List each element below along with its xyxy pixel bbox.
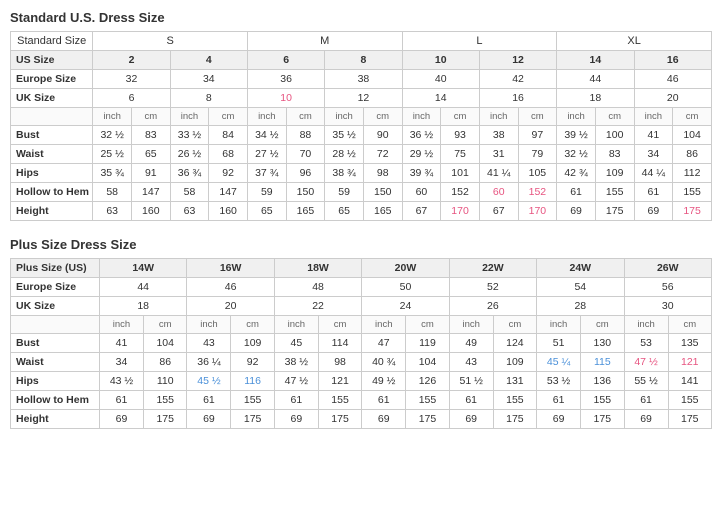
us-size-8: 8 — [325, 51, 402, 70]
plus-20w: 20W — [362, 259, 449, 278]
us-size-12: 12 — [479, 51, 556, 70]
uk-18: 18 — [557, 89, 634, 108]
plus-europe-row: Europe Size 44 46 48 50 52 54 56 — [11, 278, 712, 297]
plus-22w: 22W — [449, 259, 536, 278]
bust-13: 100 — [595, 126, 634, 145]
eu-34: 34 — [170, 70, 247, 89]
xl-group: XL — [557, 32, 712, 51]
eu-36: 36 — [247, 70, 324, 89]
eu-38: 38 — [325, 70, 402, 89]
plus-bust-row: Bust 41 104 43 109 45 114 47 119 49 124 … — [11, 334, 712, 353]
plus-europe-label: Europe Size — [11, 278, 100, 297]
waist-label: Waist — [11, 145, 93, 164]
us-size-row: US Size 2 4 6 8 10 12 14 16 — [11, 51, 712, 70]
plus-height-row: Height 69 175 69 175 69 175 69 175 69 17… — [11, 410, 712, 429]
plus-waist-label: Waist — [11, 353, 100, 372]
us-size-16: 16 — [634, 51, 711, 70]
eu-32: 32 — [93, 70, 170, 89]
height-row: Height 63 160 63 160 65 165 65 165 67 17… — [11, 202, 712, 221]
uk-6: 6 — [93, 89, 170, 108]
plus-hips-row: Hips 43 ½ 110 45 ½ 116 47 ½ 121 49 ½ 126… — [11, 372, 712, 391]
bust-label: Bust — [11, 126, 93, 145]
plus-hollow-hem-row: Hollow to Hem 61 155 61 155 61 155 61 15… — [11, 391, 712, 410]
standard-table: Standard Size S M L XL US Size 2 4 6 8 1… — [10, 31, 712, 221]
bust-4: 34 ½ — [247, 126, 286, 145]
us-size-2: 2 — [93, 51, 170, 70]
eu-46: 46 — [634, 70, 711, 89]
plus-24w: 24W — [537, 259, 624, 278]
plus-size-header-row: Plus Size (US) 14W 16W 18W 20W 22W 24W 2… — [11, 259, 712, 278]
bust-7: 90 — [363, 126, 402, 145]
plus-uk-label: UK Size — [11, 297, 100, 316]
europe-size-row: Europe Size 32 34 36 38 40 42 44 46 — [11, 70, 712, 89]
hollow-hem-label: Hollow to Hem — [11, 183, 93, 202]
bust-14: 41 — [634, 126, 673, 145]
us-size-14: 14 — [557, 51, 634, 70]
us-size-6: 6 — [247, 51, 324, 70]
hollow-hem-row: Hollow to Hem 58 147 58 147 59 150 59 15… — [11, 183, 712, 202]
plus-uk-row: UK Size 18 20 22 24 26 28 30 — [11, 297, 712, 316]
m-group: M — [247, 32, 402, 51]
s-group: S — [93, 32, 248, 51]
bust-3: 84 — [209, 126, 248, 145]
standard-title: Standard U.S. Dress Size — [10, 10, 712, 25]
plus-16w: 16W — [187, 259, 274, 278]
bust-8: 36 ½ — [402, 126, 441, 145]
plus-14w: 14W — [99, 259, 186, 278]
plus-hips-label: Hips — [11, 372, 100, 391]
bust-11: 97 — [518, 126, 557, 145]
unit-row: inchcm inchcm inchcm inchcm inchcm inchc… — [11, 108, 712, 126]
us-size-label: US Size — [11, 51, 93, 70]
bust-0: 32 ½ — [93, 126, 132, 145]
us-size-10: 10 — [402, 51, 479, 70]
plus-unit-row: inchcm inchcm inchcm inchcm inchcm inchc… — [11, 316, 712, 334]
l-group: L — [402, 32, 557, 51]
plus-hollow-hem-label: Hollow to Hem — [11, 391, 100, 410]
plus-bust-label: Bust — [11, 334, 100, 353]
eu-42: 42 — [479, 70, 556, 89]
uk-20: 20 — [634, 89, 711, 108]
bust-9: 93 — [441, 126, 480, 145]
europe-size-label: Europe Size — [11, 70, 93, 89]
uk-16: 16 — [479, 89, 556, 108]
plus-18w: 18W — [274, 259, 361, 278]
plus-height-label: Height — [11, 410, 100, 429]
eu-44: 44 — [557, 70, 634, 89]
uk-size-label: UK Size — [11, 89, 93, 108]
uk-8: 8 — [170, 89, 247, 108]
standard-size-label: Standard Size — [11, 32, 93, 51]
bust-15: 104 — [673, 126, 712, 145]
eu-40: 40 — [402, 70, 479, 89]
plus-table: Plus Size (US) 14W 16W 18W 20W 22W 24W 2… — [10, 258, 712, 429]
bust-row: Bust 32 ½ 83 33 ½ 84 34 ½ 88 35 ½ 90 36 … — [11, 126, 712, 145]
height-label: Height — [11, 202, 93, 221]
plus-size-us-label: Plus Size (US) — [11, 259, 100, 278]
hips-row: Hips 35 ¾ 91 36 ¾ 92 37 ¾ 96 38 ¾ 98 39 … — [11, 164, 712, 183]
uk-14: 14 — [402, 89, 479, 108]
bust-6: 35 ½ — [325, 126, 364, 145]
uk-10: 10 — [247, 89, 324, 108]
size-group-row: Standard Size S M L XL — [11, 32, 712, 51]
bust-12: 39 ½ — [557, 126, 596, 145]
bust-5: 88 — [286, 126, 325, 145]
uk-12: 12 — [325, 89, 402, 108]
uk-size-row: UK Size 6 8 10 12 14 16 18 20 — [11, 89, 712, 108]
plus-title: Plus Size Dress Size — [10, 237, 712, 252]
bust-10: 38 — [479, 126, 518, 145]
plus-waist-row: Waist 34 86 36 ¼ 92 38 ½ 98 40 ¾ 104 43 … — [11, 353, 712, 372]
bust-1: 83 — [131, 126, 170, 145]
waist-row: Waist 25 ½ 65 26 ½ 68 27 ½ 70 28 ½ 72 29… — [11, 145, 712, 164]
plus-26w: 26W — [624, 259, 711, 278]
us-size-4: 4 — [170, 51, 247, 70]
bust-2: 33 ½ — [170, 126, 209, 145]
hips-label: Hips — [11, 164, 93, 183]
